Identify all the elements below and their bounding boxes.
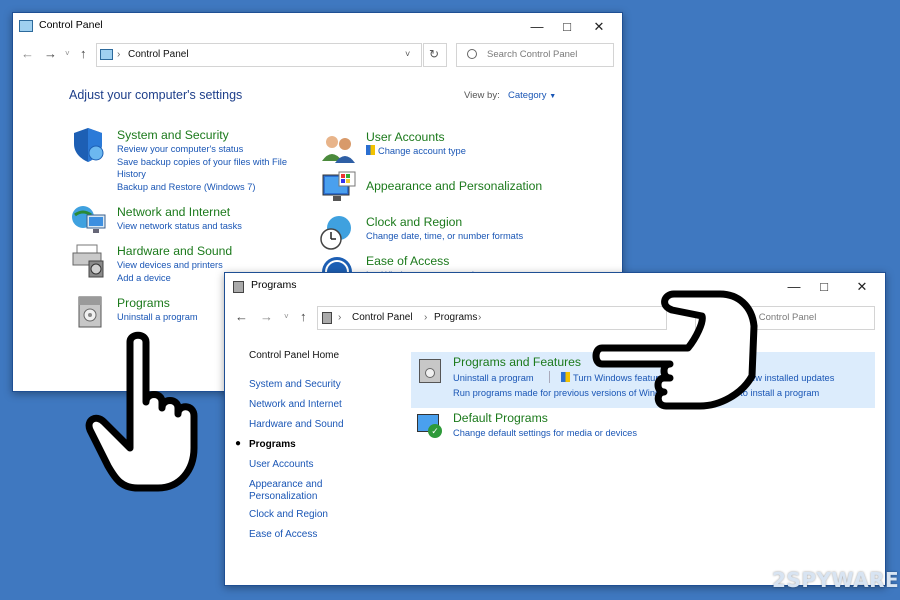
back-icon[interactable]: ←	[21, 45, 34, 63]
programs-icon	[233, 281, 244, 293]
sidebar-item-clock-region[interactable]: Clock and Region	[249, 509, 328, 521]
chevron-down-icon: ▼	[549, 93, 557, 100]
up-icon[interactable]: ↑	[80, 45, 87, 63]
close-button[interactable]: ✕	[584, 17, 614, 37]
breadcrumb-programs[interactable]: Programs	[434, 312, 477, 323]
address-bar[interactable]: › Control Panel ˅	[96, 43, 422, 67]
checkmark-icon: ✓	[428, 424, 442, 438]
category-network-internet: Network and Internet View network status…	[117, 204, 297, 233]
separator	[549, 371, 550, 383]
sidebar-item-programs[interactable]: Programs	[249, 439, 296, 451]
sidebar-item-network-internet[interactable]: Network and Internet	[249, 399, 342, 411]
maximize-button[interactable]: □	[809, 277, 839, 297]
printer-speaker-icon	[71, 243, 107, 279]
window-title: Programs	[251, 279, 297, 291]
user-accounts-icon	[321, 133, 357, 163]
view-by-value: Category	[508, 90, 547, 101]
recent-locations-icon[interactable]: ˅	[284, 308, 289, 326]
hand-pointer-left-icon	[592, 290, 758, 410]
up-icon[interactable]: ↑	[300, 308, 307, 326]
default-programs-section[interactable]: ✓ Default Programs Change default settin…	[411, 409, 875, 447]
watermark-logo: 2SPYWARE	[772, 568, 900, 592]
minimize-button[interactable]: —	[779, 277, 809, 297]
category-title[interactable]: System and Security	[117, 127, 297, 143]
breadcrumb-separator: ›	[424, 312, 428, 323]
category-link[interactable]: Change date, time, or number formats	[366, 230, 596, 243]
section-title[interactable]: Default Programs	[453, 410, 548, 426]
control-panel-icon	[19, 20, 33, 32]
close-button[interactable]: ✕	[847, 277, 877, 297]
category-user-accounts: User Accounts Change account type	[366, 129, 596, 158]
category-title[interactable]: Hardware and Sound	[117, 243, 297, 259]
sidebar: Control Panel Home System and Security N…	[225, 345, 405, 575]
clock-globe-icon	[319, 215, 355, 251]
back-icon[interactable]: ←	[235, 308, 248, 326]
category-link[interactable]: View devices and printers	[117, 259, 297, 272]
refresh-button[interactable]: ↻	[423, 43, 447, 67]
breadcrumb-separator: ›	[478, 312, 482, 323]
sidebar-item-hardware-sound[interactable]: Hardware and Sound	[249, 419, 344, 431]
sidebar-item-ease-of-access[interactable]: Ease of Access	[249, 529, 317, 541]
section-title[interactable]: Programs and Features	[453, 354, 581, 370]
category-system-security: System and Security Review your computer…	[117, 127, 297, 193]
view-by-label: View by:	[464, 90, 500, 101]
disc-icon	[425, 368, 435, 378]
title-bar[interactable]: Control Panel — □ ✕	[13, 13, 622, 41]
sidebar-item-appearance[interactable]: Appearance and Personalization	[249, 479, 339, 503]
breadcrumb-separator: ›	[338, 312, 342, 323]
forward-icon[interactable]: →	[44, 45, 57, 63]
hand-pointer-up-icon	[85, 331, 198, 492]
category-link[interactable]: Review your computer's status	[117, 143, 297, 156]
current-page-bullet: ●	[235, 438, 242, 449]
breadcrumb-separator: ›	[117, 49, 121, 60]
uac-shield-icon	[366, 145, 375, 155]
programs-icon	[75, 295, 105, 329]
category-title[interactable]: Appearance and Personalization	[366, 178, 596, 194]
category-appearance: Appearance and Personalization	[366, 178, 596, 194]
recent-locations-icon[interactable]: ˅	[65, 45, 70, 63]
link-uninstall-program[interactable]: Uninstall a program	[453, 372, 534, 385]
category-link[interactable]: Save backup copies of your files with Fi…	[117, 156, 297, 181]
category-link[interactable]: Change account type	[366, 145, 596, 158]
view-by-dropdown[interactable]: Category ▼	[508, 90, 556, 101]
link-change-default-settings[interactable]: Change default settings for media or dev…	[453, 427, 637, 440]
category-title[interactable]: User Accounts	[366, 129, 596, 145]
category-clock-region: Clock and Region Change date, time, or n…	[366, 214, 596, 243]
category-link[interactable]: View network status and tasks	[117, 220, 297, 233]
refresh-icon: ↻	[429, 47, 440, 61]
sidebar-item-user-accounts[interactable]: User Accounts	[249, 459, 313, 471]
shield-icon	[71, 127, 105, 163]
programs-icon	[322, 312, 332, 324]
breadcrumb-control-panel[interactable]: Control Panel	[352, 312, 413, 323]
breadcrumb-control-panel[interactable]: Control Panel	[128, 49, 189, 60]
page-heading: Adjust your computer's settings	[69, 88, 243, 102]
search-icon	[467, 49, 477, 59]
sidebar-item-system-security[interactable]: System and Security	[249, 379, 341, 391]
sidebar-item-control-panel-home[interactable]: Control Panel Home	[249, 350, 339, 362]
forward-icon[interactable]: →	[260, 308, 273, 326]
network-globe-icon	[71, 203, 107, 237]
category-link-text: Change account type	[378, 146, 466, 156]
category-title[interactable]: Network and Internet	[117, 204, 297, 220]
category-title[interactable]: Ease of Access	[366, 253, 596, 269]
address-row: ← → ˅ ↑ › Control Panel ˅ ↻ Search Contr…	[13, 41, 622, 71]
appearance-icon	[321, 171, 357, 205]
uac-shield-icon	[561, 372, 570, 382]
maximize-button[interactable]: □	[552, 17, 582, 37]
search-placeholder: Search Control Panel	[487, 49, 578, 60]
minimize-button[interactable]: —	[522, 17, 552, 37]
programs-features-icon	[419, 359, 441, 383]
category-title[interactable]: Clock and Region	[366, 214, 596, 230]
window-title: Control Panel	[39, 19, 103, 31]
programs-window: Programs — □ ✕ ← → ˅ ↑ › Control Panel ›…	[224, 272, 886, 586]
address-row: ← → ˅ ↑ › Control Panel › Programs › Sea…	[225, 303, 885, 333]
title-bar[interactable]: Programs — □ ✕	[225, 273, 885, 301]
control-panel-icon	[100, 49, 113, 60]
chevron-down-icon[interactable]: ˅	[405, 49, 410, 59]
search-input[interactable]: Search Control Panel	[456, 43, 614, 67]
category-link[interactable]: Backup and Restore (Windows 7)	[117, 181, 297, 194]
